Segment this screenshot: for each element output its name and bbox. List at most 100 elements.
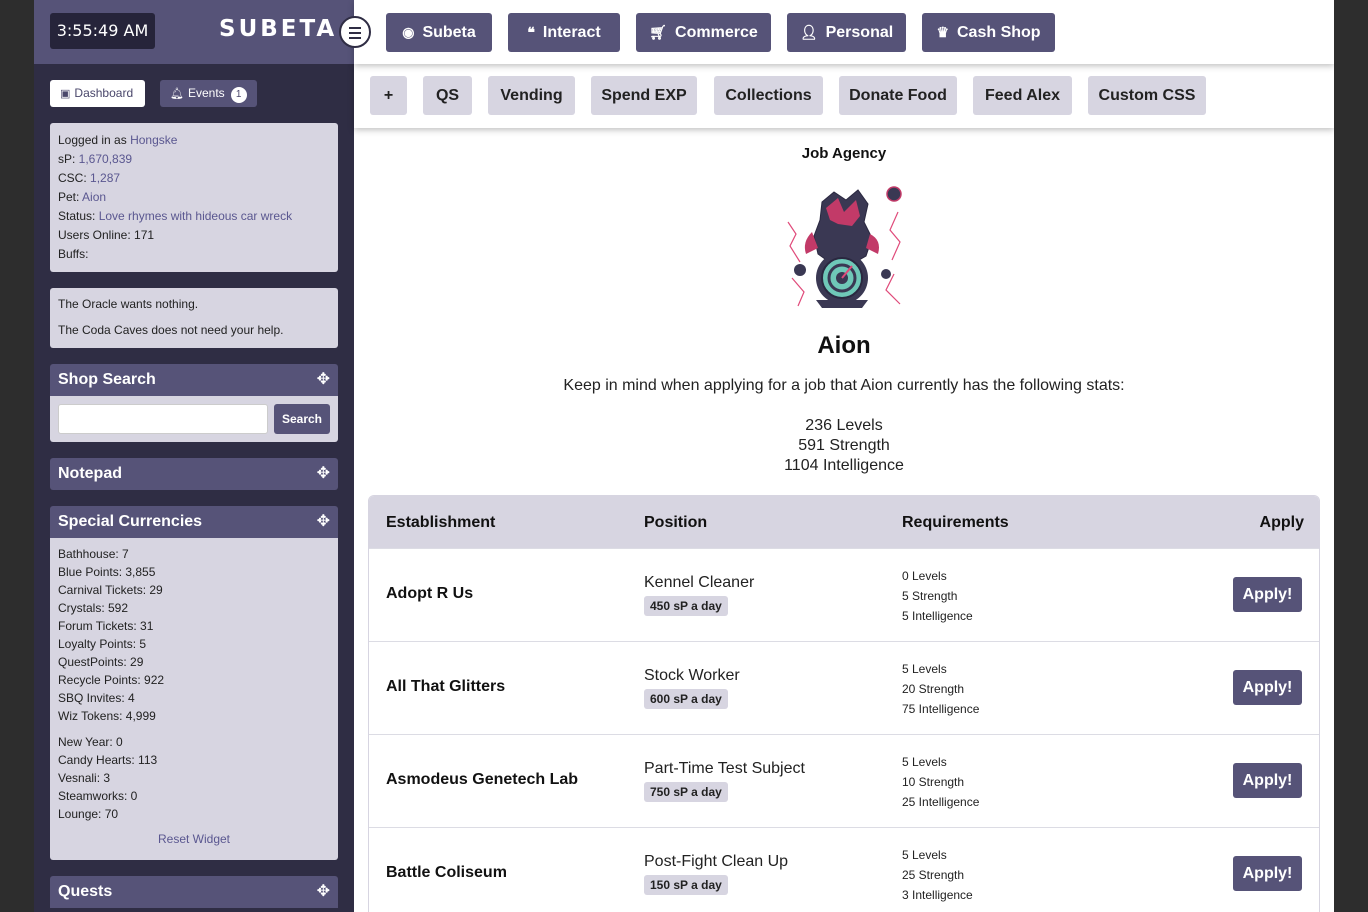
shop-search-body: Search [50,396,338,442]
currency-row: Loyalty Points: 5 [58,637,147,651]
sp-label: sP: [58,152,79,166]
apply-button[interactable]: Apply! [1233,856,1302,891]
sidebar-header: 3:55:49 AM SUBETA [34,0,354,64]
csc-label: CSC: [58,171,91,185]
currency-row: Carnival Tickets: 29 [58,583,163,597]
hamburger-menu-icon[interactable] [339,16,371,48]
quick-link-custom-css[interactable]: Custom CSS [1088,76,1206,115]
req-strength: 10 Strength [902,775,965,789]
csc-row: CSC: 1,287 [58,171,330,190]
currency-gap [58,726,330,734]
table-row: Adopt R Us Kennel Cleaner 450 sP a day 0… [369,548,1319,641]
user-info-box: Logged in as Hongske sP: 1,670,839 CSC: … [50,123,338,272]
quests-title: Quests [58,883,113,900]
apply-button[interactable]: Apply! [1233,577,1302,612]
shop-search-input[interactable] [58,404,268,434]
req-levels: 5 Levels [902,848,947,862]
job-pay-badge: 150 sP a day [644,875,728,895]
nav-subeta[interactable]: ◉ Subeta [386,13,492,52]
status-label: Status: [58,209,99,223]
req-intelligence: 3 Intelligence [902,888,973,902]
quests-widget-header[interactable]: Quests ✥ [50,876,338,908]
job-position: Stock Worker [644,667,740,684]
stat-strength: 591 Strength [798,437,890,454]
notepad-title: Notepad [58,465,122,482]
move-icon[interactable]: ✥ [317,506,330,538]
quick-link-qs[interactable]: QS [423,76,472,115]
nav-cash-shop[interactable]: ♛ Cash Shop [922,13,1055,52]
quick-links-bar: + QS Vending Spend EXP Collections Donat… [354,64,1334,128]
oracle-box: The Oracle wants nothing. The Coda Caves… [50,288,338,348]
username-link[interactable]: Hongske [130,133,177,147]
jobs-table-header: Establishment Position Requirements Appl… [369,496,1319,548]
req-levels: 5 Levels [902,755,947,769]
shop-search-title: Shop Search [58,371,156,388]
sp-value[interactable]: 1,670,839 [79,152,132,166]
coda-caves-message: The Coda Caves does not need your help. [58,323,284,337]
status-row: Status: Love rhymes with hideous car wre… [58,209,330,228]
col-requirements: Requirements [902,514,1009,531]
special-currencies-title: Special Currencies [58,513,203,530]
currency-row: QuestPoints: 29 [58,655,144,669]
nav-subeta-label: Subeta [422,24,476,41]
csc-value[interactable]: 1,287 [90,171,120,185]
nav-personal-label: Personal [825,24,894,41]
site-logo[interactable]: SUBETA [219,16,337,42]
menu-bar [349,32,361,34]
quick-link-donate-food[interactable]: Donate Food [839,76,957,115]
col-apply: Apply [1259,514,1304,531]
status-link[interactable]: Love rhymes with hideous car wreck [99,209,292,223]
req-strength: 5 Strength [902,589,958,603]
nav-commerce[interactable]: 🛒︎ Commerce [636,13,771,52]
main-content: Job Agency Aion Keep in mind when applyi… [354,128,1334,912]
job-establishment: Adopt R Us [386,585,474,602]
stat-levels: 236 Levels [805,417,883,434]
compass-icon: ◉ [402,24,415,40]
apply-button[interactable]: Apply! [1233,763,1302,798]
events-count-badge: 1 [230,87,247,103]
notepad-widget-header[interactable]: Notepad ✥ [50,458,338,490]
shop-search-widget-header[interactable]: Shop Search ✥ [50,364,338,396]
clock: 3:55:49 AM [50,13,155,49]
currency-row: Bathhouse: 7 [58,547,129,561]
chat-bubbles-icon: ❝ [527,24,535,40]
events-button[interactable]: 🔔︎ Events 1 [160,80,257,107]
special-currencies-body: Bathhouse: 7 Blue Points: 3,855 Carnival… [50,538,338,860]
move-icon[interactable]: ✥ [317,876,330,908]
quick-link-feed-alex[interactable]: Feed Alex [973,76,1072,115]
move-icon[interactable]: ✥ [317,364,330,396]
dashboard-button[interactable]: ▣ Dashboard [50,80,145,107]
pet-link[interactable]: Aion [82,190,106,204]
req-levels: 0 Levels [902,569,947,583]
menu-bar [349,37,361,39]
quick-link-spend-exp[interactable]: Spend EXP [591,76,697,115]
job-pay-badge: 750 sP a day [644,782,728,802]
table-row: All That Glitters Stock Worker 600 sP a … [369,641,1319,734]
col-establishment: Establishment [386,514,496,531]
col-position: Position [644,514,708,531]
events-label: Events [187,86,225,100]
req-strength: 20 Strength [902,682,965,696]
special-currencies-widget-header[interactable]: Special Currencies ✥ [50,506,338,538]
nav-personal[interactable]: 👤︎ Personal [787,13,906,52]
currency-row: Candy Hearts: 113 [58,753,158,767]
nav-interact[interactable]: ❝ Interact [508,13,620,52]
quick-link-add[interactable]: + [370,76,407,115]
quick-link-vending[interactable]: Vending [488,76,575,115]
reset-widget-link[interactable]: Reset Widget [58,832,330,846]
job-requirements: 5 Levels 20 Strength 75 Intelligence [902,661,979,721]
pet-name: Aion [817,332,871,359]
user-icon: 👤︎ [799,24,818,40]
apply-button[interactable]: Apply! [1233,670,1302,705]
currency-row: SBQ Invites: 4 [58,691,135,705]
job-pay-badge: 450 sP a day [644,596,728,616]
move-icon[interactable]: ✥ [317,458,330,490]
job-pay-badge: 600 sP a day [644,689,728,709]
job-establishment: Battle Coliseum [386,864,507,881]
quick-link-collections[interactable]: Collections [714,76,823,115]
logged-in-label: Logged in as [58,133,131,147]
req-strength: 25 Strength [902,868,965,882]
shop-search-button[interactable]: Search [274,404,330,434]
dashboard-label: Dashboard [74,86,134,100]
oracle-message: The Oracle wants nothing. [58,297,199,311]
